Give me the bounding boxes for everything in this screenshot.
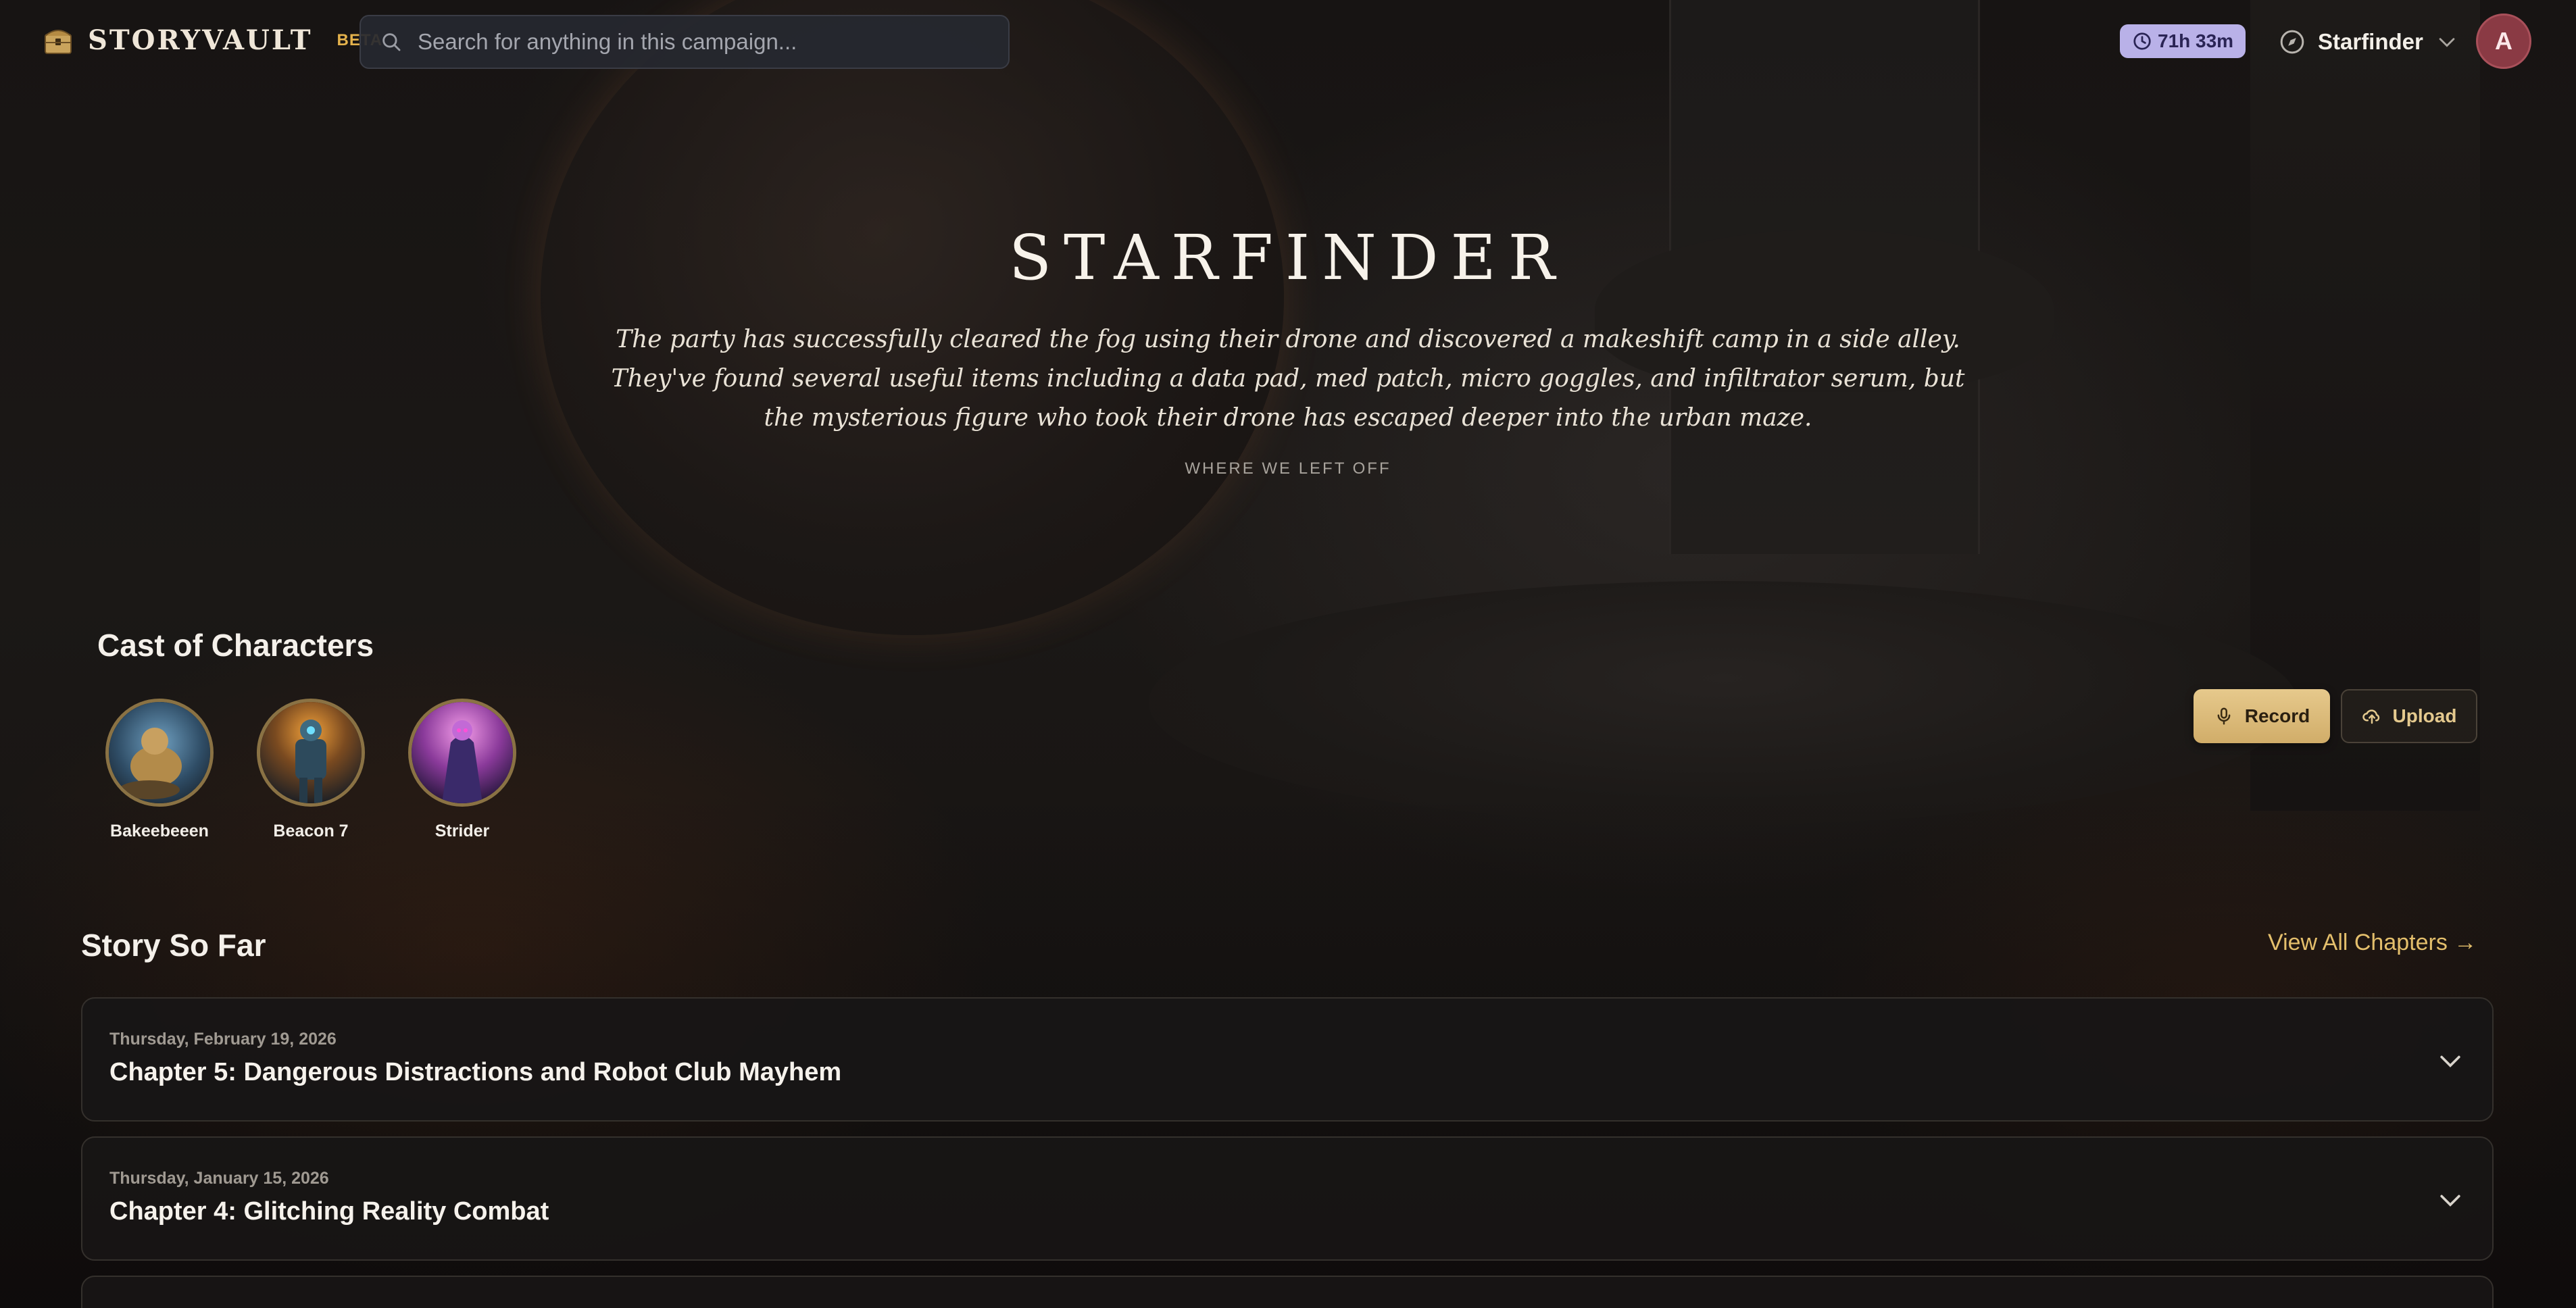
character-portrait — [105, 699, 214, 807]
cast-heading: Cast of Characters — [97, 628, 374, 663]
chapter-title: Chapter 4: Glitching Reality Combat — [109, 1197, 549, 1226]
chapter-date: Thursday, January 15, 2026 — [109, 1169, 329, 1188]
chevron-down-icon[interactable] — [2435, 1185, 2465, 1215]
app-name: STORYVAULT — [88, 24, 313, 56]
recap-summary: The party has successfully cleared the f… — [611, 326, 1965, 432]
chapter-date: Thursday, February 19, 2026 — [109, 1030, 337, 1049]
campaign-name: Starfinder — [2318, 29, 2423, 54]
character-card[interactable]: Beacon 7 — [254, 699, 368, 841]
app-root: STORYVAULT BETA 71h 33m Starfinder — [0, 0, 2576, 1308]
chapter-card[interactable]: Thursday, February 19, 2026 Chapter 5: D… — [81, 997, 2494, 1122]
app-logo[interactable]: STORYVAULT BETA — [43, 24, 382, 56]
microphone-icon — [2217, 707, 2231, 725]
time-remaining-text: 71h 33m — [2158, 30, 2234, 51]
character-card[interactable]: Bakeebeeen — [103, 699, 216, 841]
treasure-chest-icon — [45, 29, 72, 54]
search-icon — [382, 33, 401, 51]
compass-icon — [2280, 30, 2304, 54]
upload-label: Upload — [2392, 705, 2457, 726]
cloud-upload-icon — [2362, 709, 2379, 724]
clock-icon — [2133, 32, 2151, 50]
recap-caption: WHERE WE LEFT OFF — [1185, 459, 1391, 478]
user-avatar[interactable]: A — [2476, 14, 2531, 69]
character-name: Bakeebeeen — [110, 822, 209, 840]
character-card[interactable]: Strider — [405, 699, 519, 841]
story-heading: Story So Far — [81, 928, 266, 963]
cast-list: Bakeebeeen Beacon 7 Strider — [103, 699, 519, 841]
character-portrait — [408, 699, 516, 807]
character-portrait — [257, 699, 365, 807]
record-label: Record — [2244, 705, 2310, 726]
record-button[interactable]: Record — [2194, 689, 2330, 743]
character-name: Strider — [435, 822, 490, 840]
chapter-card-partial[interactable] — [81, 1276, 2494, 1308]
view-all-chapters-link[interactable]: View All Chapters → — [2268, 930, 2477, 956]
chevron-down-icon — [2439, 38, 2455, 47]
top-bar: STORYVAULT BETA 71h 33m Starfinder — [0, 0, 2576, 84]
campaign-title: STARFINDER — [1009, 222, 1567, 294]
chevron-down-icon[interactable] — [2435, 1046, 2465, 1076]
chapter-card[interactable]: Thursday, January 15, 2026 Chapter 4: Gl… — [81, 1136, 2494, 1261]
chapter-title: Chapter 5: Dangerous Distractions and Ro… — [109, 1058, 842, 1086]
search-input[interactable] — [418, 29, 972, 55]
upload-button[interactable]: Upload — [2341, 689, 2477, 743]
character-name: Beacon 7 — [273, 822, 349, 840]
campaign-selector[interactable]: Starfinder — [2279, 23, 2458, 61]
time-remaining-badge[interactable]: 71h 33m — [2120, 24, 2246, 58]
search-bar[interactable] — [360, 15, 1010, 69]
